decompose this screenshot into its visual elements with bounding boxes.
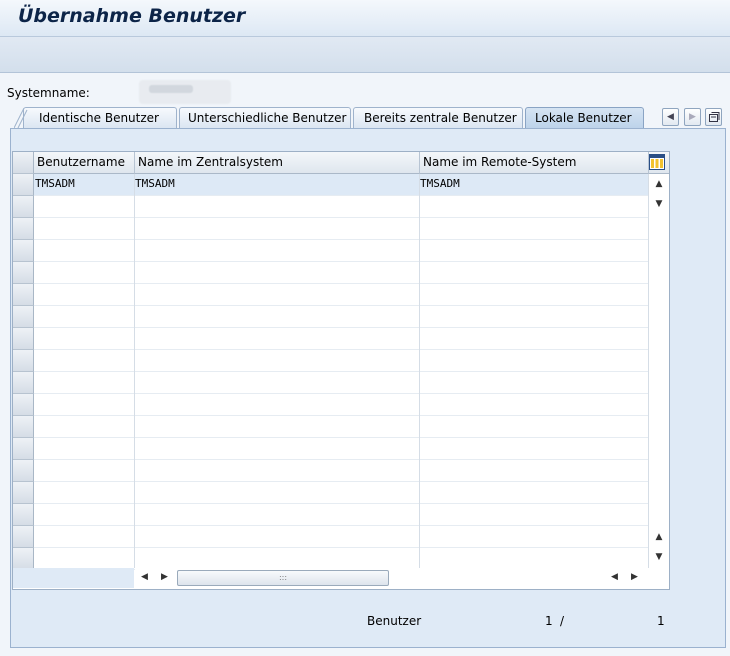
tab-list-icon <box>708 112 719 122</box>
tab-bereits-zentrale-benutzer[interactable]: Bereits zentrale Benutzer <box>353 107 523 128</box>
row-selector[interactable] <box>13 416 34 438</box>
row-selector[interactable] <box>13 240 34 262</box>
table-row[interactable] <box>34 262 648 284</box>
vertical-scrollbar[interactable]: ▲ ▼ ▲ ▼ <box>648 174 669 568</box>
row-selector[interactable] <box>13 526 34 548</box>
column-layout-icon[interactable] <box>649 154 665 170</box>
table-row[interactable] <box>34 306 648 328</box>
column-divider <box>134 174 135 568</box>
horizontal-scrollbar[interactable]: ◀ ▶ ::: ◀ ▶ <box>135 568 648 588</box>
triangle-left-icon[interactable]: ◀ <box>141 572 148 582</box>
application-toolbar <box>0 37 730 73</box>
row-selector[interactable] <box>13 394 34 416</box>
footer-current-count: 1 <box>545 614 553 628</box>
table-row[interactable] <box>34 548 648 570</box>
row-selector[interactable] <box>13 196 34 218</box>
footer-total-count: 1 <box>657 614 665 628</box>
page-title: Übernahme Benutzer <box>18 5 246 27</box>
column-header-label: Name im Remote-System <box>423 155 577 169</box>
table-row[interactable] <box>34 394 648 416</box>
tab-lokale-benutzer[interactable]: Lokale Benutzer <box>525 107 644 128</box>
tab-next-button[interactable]: ▶ <box>684 108 701 126</box>
tab-label: Identische Benutzer <box>39 111 159 125</box>
table-row[interactable] <box>34 526 648 548</box>
row-selector[interactable] <box>13 174 34 196</box>
horizontal-scroll-spacer <box>13 568 134 588</box>
table-row[interactable] <box>34 328 648 350</box>
row-selector[interactable] <box>13 262 34 284</box>
triangle-right-icon[interactable]: ▶ <box>631 572 638 582</box>
table-row[interactable]: TMSADM TMSADM TMSADM <box>34 174 648 196</box>
tab-label: Bereits zentrale Benutzer <box>364 111 517 125</box>
chevron-left-icon: ◀ <box>667 112 674 122</box>
table-row[interactable] <box>34 240 648 262</box>
row-selector[interactable] <box>13 350 34 372</box>
table-cell: TMSADM <box>420 177 460 190</box>
table-row[interactable] <box>34 350 648 372</box>
tab-label: Unterschiedliche Benutzer <box>188 111 347 125</box>
system-name-label: Systemname: <box>7 86 90 100</box>
table-cell: TMSADM <box>135 177 175 190</box>
row-selector[interactable] <box>13 372 34 394</box>
row-selector[interactable] <box>13 306 34 328</box>
triangle-down-icon[interactable]: ▼ <box>654 552 664 562</box>
tab-strip: Identische Benutzer Unterschiedliche Ben… <box>10 106 724 128</box>
column-header-label: Name im Zentralsystem <box>138 155 283 169</box>
horizontal-scroll-thumb[interactable]: ::: <box>177 570 389 586</box>
column-header-benutzername[interactable]: Benutzername <box>34 152 135 174</box>
system-name-value <box>139 80 231 104</box>
column-settings-cell <box>649 152 669 174</box>
tab-unterschiedliche-benutzer[interactable]: Unterschiedliche Benutzer <box>179 107 351 128</box>
column-header-name-remote-system[interactable]: Name im Remote-System <box>420 152 649 174</box>
table-row[interactable] <box>34 482 648 504</box>
row-selector[interactable] <box>13 328 34 350</box>
column-header-label: Benutzername <box>37 155 125 169</box>
triangle-up-icon[interactable]: ▲ <box>654 179 664 189</box>
table-row[interactable] <box>34 460 648 482</box>
row-selector[interactable] <box>13 504 34 526</box>
title-bar: Übernahme Benutzer <box>0 0 730 37</box>
users-table: Benutzername Name im Zentralsystem Name … <box>12 151 670 590</box>
table-row[interactable] <box>34 504 648 526</box>
triangle-right-icon[interactable]: ▶ <box>161 572 168 582</box>
table-cell: TMSADM <box>35 177 75 190</box>
tab-identische-benutzer[interactable]: Identische Benutzer <box>14 107 177 128</box>
row-selector[interactable] <box>13 284 34 306</box>
column-header-name-zentralsystem[interactable]: Name im Zentralsystem <box>135 152 420 174</box>
select-all-corner[interactable] <box>13 152 34 174</box>
tab-edge-decoration <box>14 108 28 128</box>
row-selector[interactable] <box>13 218 34 240</box>
column-divider <box>419 174 420 568</box>
row-selector[interactable] <box>13 482 34 504</box>
row-selector[interactable] <box>13 460 34 482</box>
tab-prev-button[interactable]: ◀ <box>662 108 679 126</box>
table-row[interactable] <box>34 372 648 394</box>
table-row[interactable] <box>34 218 648 240</box>
chevron-right-icon: ▶ <box>689 112 696 122</box>
triangle-left-icon[interactable]: ◀ <box>611 572 618 582</box>
footer-label: Benutzer <box>367 614 422 628</box>
triangle-up-icon[interactable]: ▲ <box>654 532 664 542</box>
table-row[interactable] <box>34 196 648 218</box>
system-name-value-text <box>149 85 193 93</box>
tab-list-button[interactable] <box>705 108 722 126</box>
footer-separator: / <box>560 614 565 628</box>
table-row[interactable] <box>34 438 648 460</box>
tab-label: Lokale Benutzer <box>535 111 632 125</box>
row-selector[interactable] <box>13 548 34 570</box>
table-row[interactable] <box>34 416 648 438</box>
table-row[interactable] <box>34 284 648 306</box>
triangle-down-icon[interactable]: ▼ <box>654 199 664 209</box>
row-selector[interactable] <box>13 438 34 460</box>
